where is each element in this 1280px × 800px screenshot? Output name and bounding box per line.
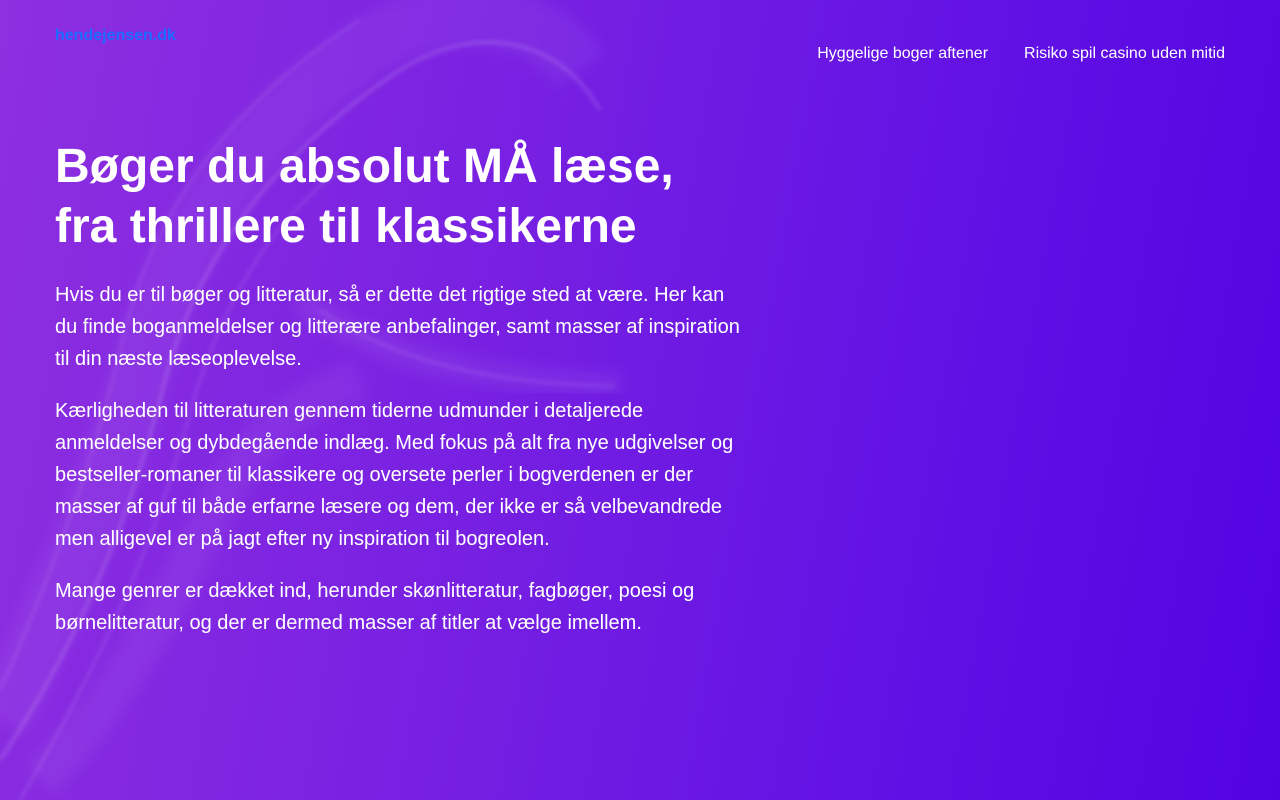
page-title-line-1: Bøger du absolut MÅ læse,	[55, 140, 674, 193]
page-title: Bøger du absolut MÅ læse, fra thrillere t…	[55, 137, 745, 257]
body-paragraph-genres: Mange genrer er dækket ind, herunder skø…	[55, 580, 695, 634]
page-title-line-2: fra thrillere til klassikerne	[55, 200, 637, 253]
body-paragraph-love-of-literature: Kærligheden til litteraturen gennem tide…	[55, 400, 734, 550]
nav-link-risiko-spil-casino[interactable]: Risiko spil casino uden mitid	[1024, 45, 1225, 63]
site-header: hendejensen.dk Hyggelige boger aftener R…	[0, 0, 1280, 90]
main-navigation: Hyggelige boger aftener Risiko spil casi…	[817, 45, 1225, 63]
site-logo-link[interactable]: hendejensen.dk	[55, 27, 176, 45]
intro-paragraph: Hvis du er til bøger og litteratur, så e…	[55, 284, 740, 370]
nav-link-hyggelige-boger-aftener[interactable]: Hyggelige boger aftener	[817, 45, 988, 63]
main-content: Bøger du absolut MÅ læse, fra thrillere t…	[55, 137, 745, 659]
